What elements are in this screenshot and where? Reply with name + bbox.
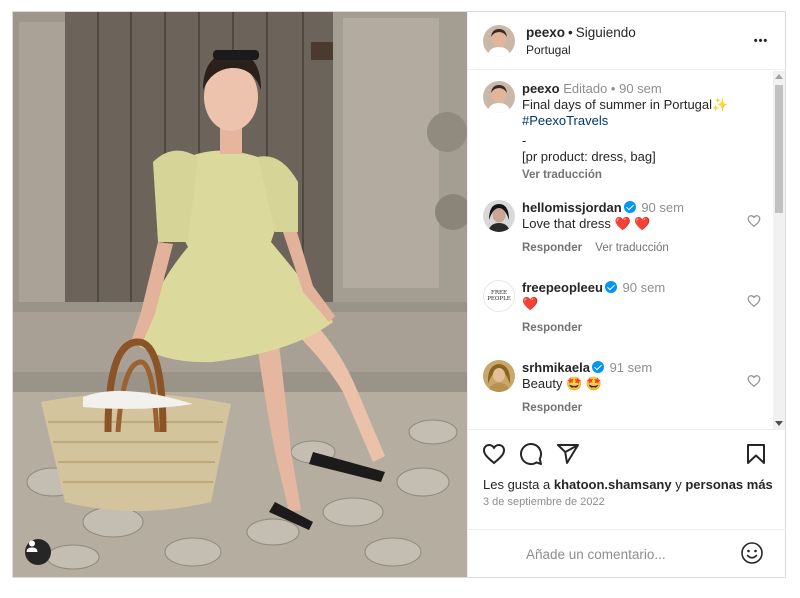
comment-text-line: Love that dress ❤️ ❤️ — [522, 216, 742, 232]
heart-outline-icon — [747, 295, 761, 308]
comment-item: hellomissjordan 90 sem Love that dress ❤… — [483, 200, 763, 270]
caption: peexo Editado • 90 sem Final days of sum… — [483, 81, 763, 181]
follow-status-button[interactable]: Siguiendo — [576, 25, 636, 40]
comment-body: hellomissjordan 90 sem Love that dress ❤… — [522, 200, 742, 256]
comment-emoji: ❤️ ❤️ — [614, 216, 651, 231]
emoji-button[interactable] — [740, 541, 764, 570]
svg-text:PEOPLE: PEOPLE — [487, 296, 511, 302]
comment-text-line: ❤️ — [522, 296, 742, 312]
action-icons — [482, 442, 772, 468]
likes-user[interactable]: khatoon.shamsany — [554, 477, 672, 492]
comment-author[interactable]: srhmikaela — [522, 360, 590, 375]
header-line: peexo • Siguiendo — [526, 25, 636, 41]
likes-middle: y — [675, 477, 682, 492]
heart-outline-icon — [747, 215, 761, 228]
post-header: peexo • Siguiendo Portugal ••• — [468, 12, 786, 70]
comment-actions: Responder Ver traducción — [522, 240, 742, 256]
comment-line: srhmikaela 91 sem — [522, 360, 742, 376]
comments-scrollbar[interactable] — [773, 71, 785, 429]
comment-like-button[interactable] — [747, 374, 761, 393]
user-tag-icon[interactable] — [25, 539, 51, 565]
likes-others[interactable]: personas más — [685, 477, 772, 492]
likes-summary: Les gusta a khatoon.shamsany y personas … — [483, 477, 773, 492]
header-separator: • — [568, 24, 573, 40]
photo-illustration — [13, 12, 467, 577]
comment-avatar[interactable]: FREE PEOPLE — [483, 280, 515, 312]
scrollbar-thumb[interactable] — [775, 85, 783, 213]
comment-text: Love that dress — [522, 216, 611, 231]
caption-product: [pr product: dress, bag] — [522, 149, 656, 164]
more-options-button[interactable]: ••• — [750, 30, 772, 52]
comment-author[interactable]: freepeopleeu — [522, 280, 603, 295]
header-location[interactable]: Portugal — [526, 43, 636, 57]
comment-emoji: ❤️ — [522, 296, 539, 311]
comment-author[interactable]: hellomissjordan — [522, 200, 622, 215]
share-button[interactable] — [556, 442, 580, 471]
heart-outline-icon — [747, 375, 761, 388]
comment-like-button[interactable] — [747, 214, 761, 233]
comment-body: srhmikaela 91 sem Beauty 🤩 🤩 Responder — [522, 360, 742, 416]
comment-icon — [520, 443, 543, 466]
caption-text: Final days of summer in Portugal — [522, 97, 713, 112]
comment-body: freepeopleeu 90 sem ❤️ Responder — [522, 280, 742, 336]
reply-button[interactable]: Responder — [522, 322, 582, 334]
avatar[interactable] — [483, 24, 515, 57]
comment-text: Beauty — [522, 376, 563, 391]
more-icon: ••• — [753, 35, 769, 47]
caption-translate-link[interactable]: Ver traducción — [522, 169, 602, 181]
comment-time[interactable]: 91 sem — [610, 360, 653, 375]
add-comment-box — [468, 529, 786, 577]
comment-time[interactable]: 90 sem — [641, 200, 684, 215]
comment-emoji: 🤩 🤩 — [566, 376, 603, 391]
caption-hashtag[interactable]: #PeexoTravels — [522, 113, 742, 129]
post-side-panel: peexo • Siguiendo Portugal ••• peexo Edi… — [467, 12, 786, 577]
comment-avatar[interactable] — [483, 200, 515, 232]
header-text: peexo • Siguiendo Portugal — [526, 25, 636, 57]
caption-author[interactable]: peexo — [522, 81, 560, 96]
comments-list[interactable]: peexo Editado • 90 sem Final days of sum… — [468, 71, 786, 429]
comment-time[interactable]: 90 sem — [623, 280, 666, 295]
comment-translate-link[interactable]: Ver traducción — [595, 242, 669, 254]
reply-button[interactable]: Responder — [522, 242, 582, 254]
post-action-bar: Les gusta a khatoon.shamsany y personas … — [468, 429, 786, 539]
reply-button[interactable]: Responder — [522, 402, 582, 414]
verified-badge-icon — [591, 361, 604, 373]
post-modal: peexo • Siguiendo Portugal ••• peexo Edi… — [12, 11, 786, 578]
bookmark-icon — [747, 444, 765, 464]
comment-item: FREE PEOPLE freepeopleeu 90 sem ❤️ Respo… — [483, 280, 763, 350]
comment-like-button[interactable] — [747, 294, 761, 313]
post-date[interactable]: 3 de septiembre de 2022 — [483, 496, 605, 508]
scroll-down-arrow-icon[interactable] — [775, 421, 783, 426]
comment-actions: Responder — [522, 400, 742, 416]
caption-text-line: Final days of summer in Portugal✨ — [522, 97, 742, 113]
sparkles-emoji: ✨ — [712, 97, 729, 112]
comment-avatar[interactable] — [483, 360, 515, 392]
caption-actions: Ver traducción — [522, 167, 742, 183]
verified-badge-icon — [604, 281, 617, 293]
caption-body: peexo Editado • 90 sem Final days of sum… — [522, 81, 742, 183]
caption-edited: Editado — [563, 81, 608, 96]
caption-dash: - — [522, 133, 527, 148]
likes-prefix: Les gusta a — [483, 477, 551, 492]
caption-separator: • — [610, 81, 616, 96]
comment-text-line: Beauty 🤩 🤩 — [522, 376, 742, 392]
comment-actions: Responder — [522, 320, 742, 336]
share-icon — [557, 444, 579, 464]
comment-line: hellomissjordan 90 sem — [522, 200, 742, 216]
comment-button[interactable] — [519, 442, 543, 471]
comment-item: srhmikaela 91 sem Beauty 🤩 🤩 Responder — [483, 360, 763, 429]
emoji-icon — [741, 542, 763, 564]
caption-avatar[interactable] — [483, 81, 515, 113]
scroll-up-arrow-icon[interactable] — [775, 74, 783, 79]
caption-time[interactable]: 90 sem — [619, 81, 662, 96]
heart-icon — [482, 443, 506, 465]
like-button[interactable] — [482, 442, 506, 471]
comment-line: freepeopleeu 90 sem — [522, 280, 742, 296]
comment-input[interactable] — [526, 544, 726, 564]
header-username[interactable]: peexo — [526, 25, 565, 40]
caption-line: peexo Editado • 90 sem — [522, 81, 742, 97]
verified-badge-icon — [623, 201, 636, 213]
save-button[interactable] — [744, 442, 768, 471]
post-photo[interactable] — [13, 12, 467, 577]
